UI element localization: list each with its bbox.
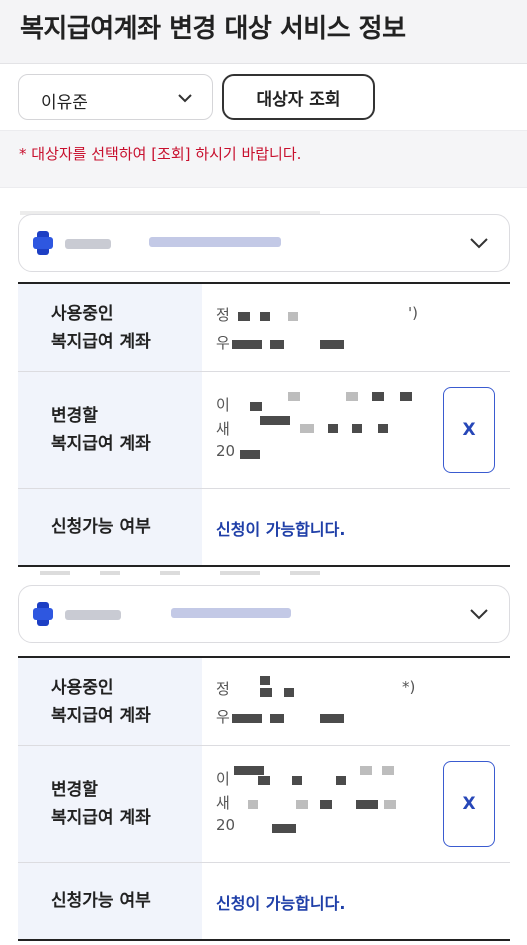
current-account-line-1-suffix: *) (402, 678, 416, 696)
service-name-blur (149, 237, 281, 247)
eligibility-status: 신청이 가능합니다. (216, 894, 346, 913)
current-account-row: 사용중인 복지급여 계좌 정 ') 우 (18, 284, 510, 372)
current-account-line-1: 정 (216, 680, 230, 698)
toolbar: 이유준 대상자 조회 (0, 64, 527, 130)
eligibility-label: 신청가능 여부 (18, 489, 202, 565)
current-account-label: 사용중인 복지급여 계좌 (18, 284, 202, 371)
service-code-blur (65, 610, 121, 620)
current-account-line-2: 우 (216, 334, 230, 352)
eligibility-label: 신청가능 여부 (18, 863, 202, 939)
eligibility-status: 신청이 가능합니다. (216, 520, 346, 539)
current-account-line-1: 정 (216, 306, 230, 324)
new-account-value: 이 새 20 X (202, 372, 510, 488)
chevron-down-icon (470, 609, 488, 620)
eligibility-row: 신청가능 여부 신청이 가능합니다. (18, 489, 510, 565)
new-account-line-2: 새 (216, 420, 230, 438)
account-info-table: 사용중인 복지급여 계좌 정 ') 우 변경할 복지급여 계좌 이 새 20 X… (18, 282, 510, 567)
new-account-line-2: 새 (216, 794, 230, 812)
current-account-line-1-suffix: ') (408, 304, 418, 322)
recipient-select[interactable]: 이유준 (18, 74, 213, 120)
new-account-row: 변경할 복지급여 계좌 이 새 20 X (18, 372, 510, 489)
service-name-blur (171, 608, 291, 618)
service-code-blur (65, 239, 111, 249)
current-account-label: 사용중인 복지급여 계좌 (18, 658, 202, 745)
blurred-strip (40, 571, 320, 575)
current-account-row: 사용중인 복지급여 계좌 정 *) 우 (18, 658, 510, 746)
current-account-value: 정 ') 우 (202, 284, 510, 371)
account-info-table: 사용중인 복지급여 계좌 정 *) 우 변경할 복지급여 계좌 이 새 20 X… (18, 656, 510, 941)
eligibility-value-cell: 신청이 가능합니다. (202, 489, 510, 565)
search-recipient-button[interactable]: 대상자 조회 (222, 74, 375, 120)
notice-band: * 대상자를 선택하여 [조회] 하시기 바랍니다. (0, 130, 527, 188)
new-account-line-3: 20 (216, 816, 236, 834)
service-card[interactable] (18, 585, 510, 643)
current-account-line-2: 우 (216, 708, 230, 726)
chevron-down-icon (178, 94, 192, 103)
recipient-select-value: 이유준 (41, 93, 88, 113)
chevron-down-icon (470, 238, 488, 249)
new-account-label: 변경할 복지급여 계좌 (18, 372, 202, 488)
notice-text: * 대상자를 선택하여 [조회] 하시기 바랍니다. (19, 145, 302, 163)
eligibility-value-cell: 신청이 가능합니다. (202, 863, 510, 939)
clear-new-account-button[interactable]: X (443, 761, 495, 847)
eligibility-row: 신청가능 여부 신청이 가능합니다. (18, 863, 510, 939)
service-logo-icon (33, 231, 53, 255)
new-account-value: 이 새 20 X (202, 746, 510, 862)
service-logo-icon (33, 602, 53, 626)
service-card[interactable] (18, 214, 510, 272)
page-title: 복지급여계좌 변경 대상 서비스 정보 (20, 14, 406, 44)
clear-new-account-button[interactable]: X (443, 387, 495, 473)
new-account-line-1: 이 (216, 396, 230, 414)
page-header: 복지급여계좌 변경 대상 서비스 정보 (0, 0, 527, 64)
new-account-line-1: 이 (216, 770, 230, 788)
current-account-value: 정 *) 우 (202, 658, 510, 745)
new-account-label: 변경할 복지급여 계좌 (18, 746, 202, 862)
new-account-row: 변경할 복지급여 계좌 이 새 20 X (18, 746, 510, 863)
new-account-line-3: 20 (216, 442, 236, 460)
